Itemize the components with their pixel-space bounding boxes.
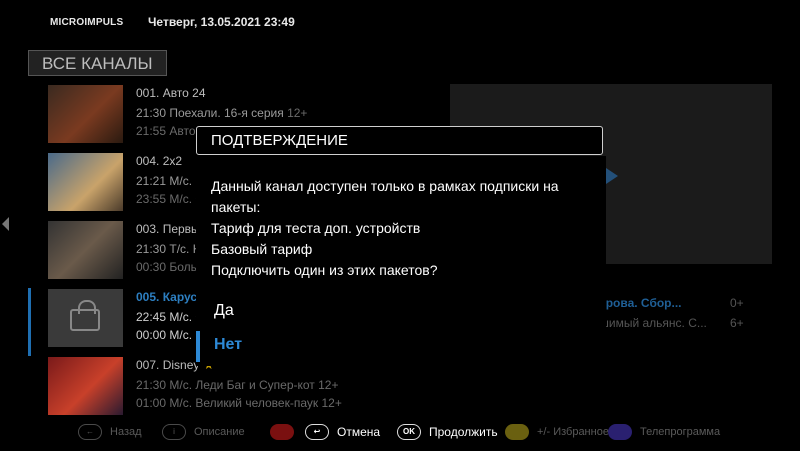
brand-logo: MICROIMPULS (50, 17, 124, 28)
left-arrow-icon[interactable] (2, 217, 9, 231)
current-program: 21:30 Поехали. 16-я серия 12+ (136, 106, 308, 120)
hint-back[interactable]: ← Назад (78, 424, 142, 440)
hint-favorites[interactable]: +/- Избранное (505, 424, 609, 440)
blue-key-icon (608, 424, 632, 440)
hint-cancel[interactable]: ↩ Отмена (305, 424, 380, 440)
channel-thumbnail (48, 153, 123, 211)
no-button[interactable]: Нет (214, 336, 242, 354)
hint-red-key[interactable] (270, 424, 302, 440)
key-hints-bar: ← Назад i Описание ↩ Отмена OK Продолжит… (0, 421, 800, 445)
channel-group-tab[interactable]: ВСЕ КАНАЛЫ (28, 50, 167, 76)
lock-icon (70, 300, 100, 331)
next-program: 01:00 М/с. Великий человек-паук 12+ (136, 396, 342, 410)
dialog-package-item: Тариф для теста доп. устройств (211, 220, 421, 236)
hint-proceed[interactable]: OK Продолжить (397, 424, 498, 440)
dialog-title: ПОДТВЕРЖДЕНИЕ (196, 126, 603, 155)
dialog-message-line: пакеты: (211, 199, 261, 215)
back-key-icon: ← (78, 424, 102, 440)
channel-thumbnail (48, 357, 123, 415)
dialog-package-item: Базовый тариф (211, 241, 313, 257)
top-bar: MICROIMPULS Четверг, 13.05.2021 23:49 (0, 0, 800, 44)
hint-guide[interactable]: Телепрограмма (608, 424, 720, 440)
channel-name: 001. Авто 24 (136, 86, 206, 100)
return-key-icon: ↩ (305, 424, 329, 440)
info-key-icon: i (162, 424, 186, 440)
channel-thumbnail (48, 85, 123, 143)
channel-thumbnail (48, 289, 123, 347)
channel-name: 004. 2x2 (136, 154, 183, 168)
current-program: 21:30 М/с. Леди Баг и Супер-кот 12+ (136, 378, 339, 392)
yes-button[interactable]: Да (214, 302, 234, 320)
hint-info[interactable]: i Описание (162, 424, 245, 440)
dialog-message-line: Данный канал доступен только в рамках по… (211, 178, 559, 194)
ok-key-icon: OK (397, 424, 421, 440)
date-time: Четверг, 13.05.2021 23:49 (148, 15, 295, 29)
focus-marker (196, 331, 200, 362)
epg-current-age: 0+ (730, 296, 744, 310)
dialog-question: Подключить один из этих пакетов? (211, 262, 438, 278)
epg-next-age: 6+ (730, 316, 744, 330)
channel-thumbnail (48, 221, 123, 279)
selected-channel-marker (28, 288, 31, 356)
confirmation-dialog: Данный канал доступен только в рамках по… (196, 156, 606, 366)
yellow-key-icon (505, 424, 529, 440)
red-key-icon (270, 424, 294, 440)
